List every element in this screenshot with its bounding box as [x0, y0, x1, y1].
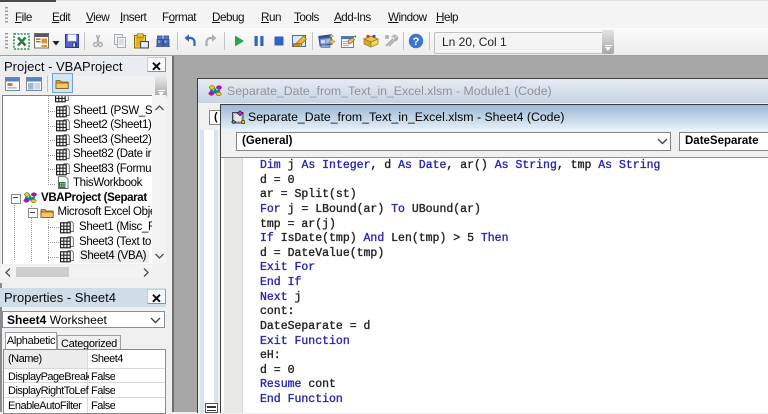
svg-text:?: ? [413, 36, 420, 48]
